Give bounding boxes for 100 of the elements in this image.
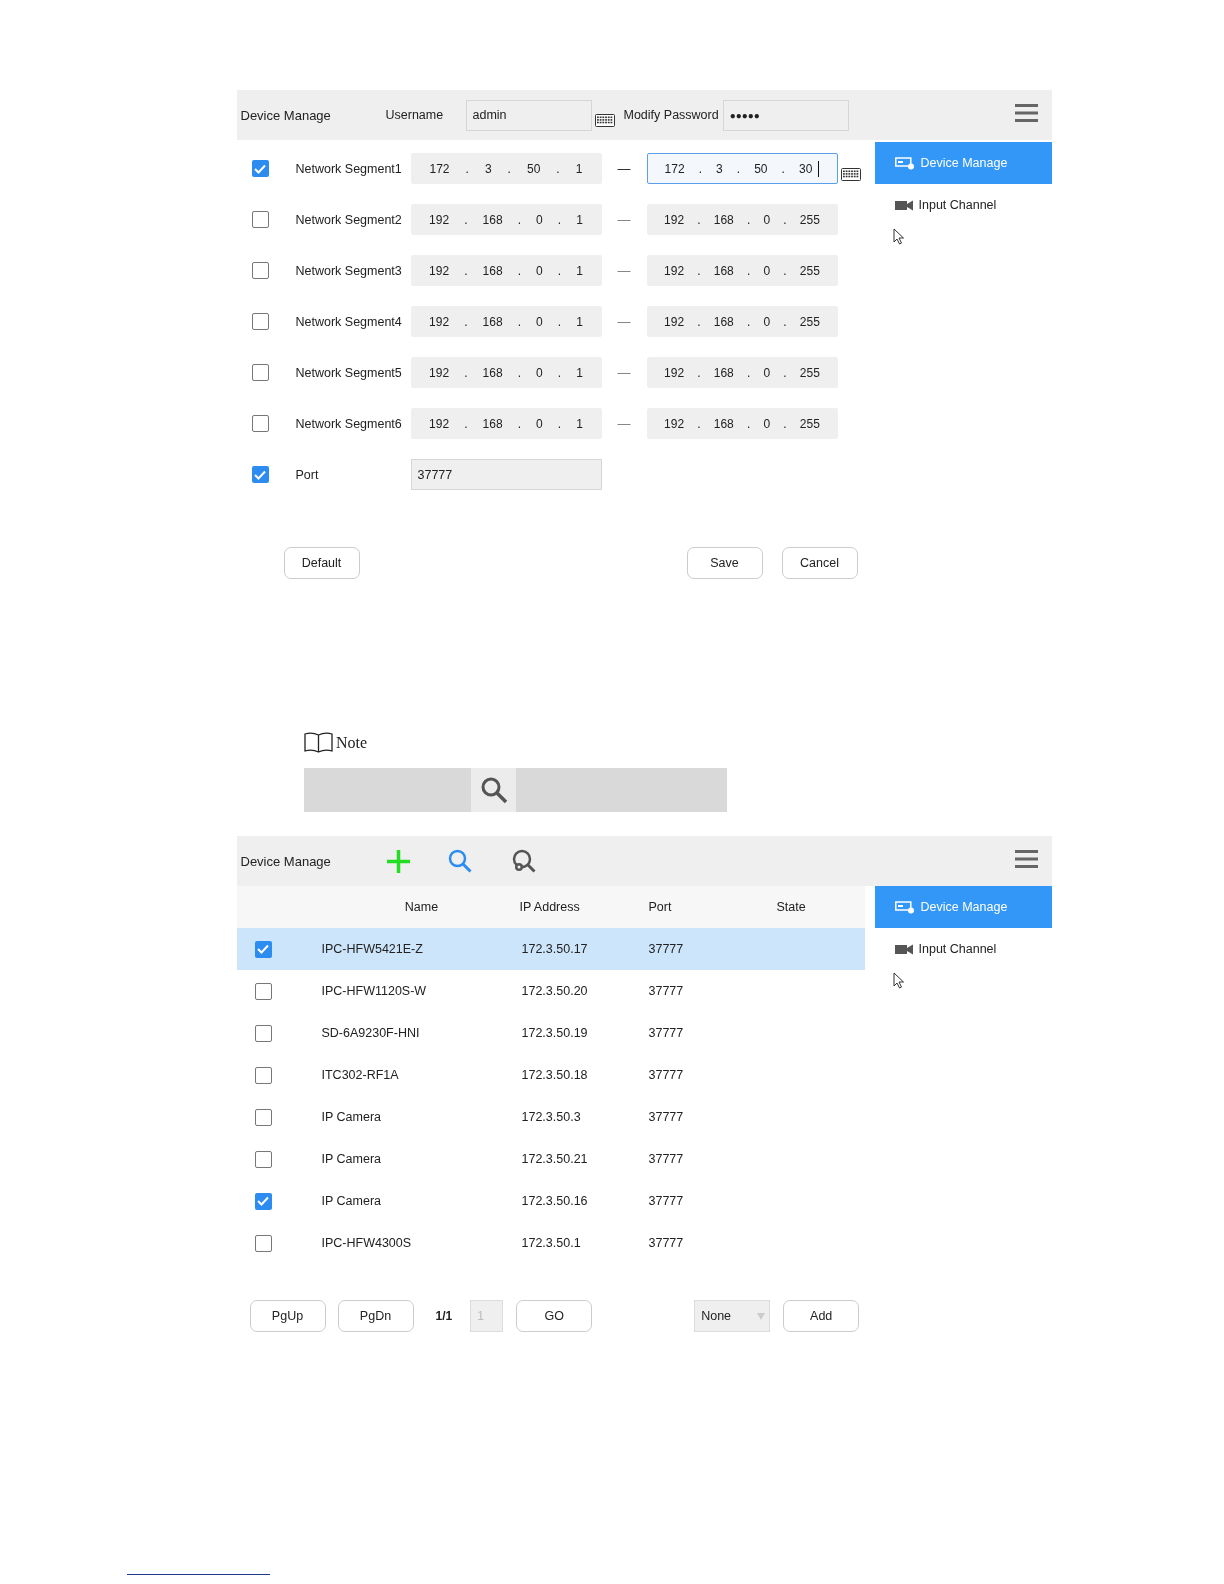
- table-cell-text: 37777: [648, 942, 685, 956]
- table-cell-text: IPC-HFW1120S-W: [321, 984, 428, 998]
- table-cell-text: 37777: [648, 1152, 685, 1166]
- start-ip-field[interactable]: 192 . 168 . 0 . 1: [410, 357, 602, 388]
- keyboard-icon[interactable]: [594, 114, 615, 127]
- table-cell-text: 37777: [648, 984, 685, 998]
- end-ip-field[interactable]: 192 . 168 . 0 . 255: [646, 255, 838, 286]
- table-cell-text: IP Camera: [321, 1194, 382, 1208]
- checkbox[interactable]: [251, 160, 269, 177]
- column-header: Port: [648, 900, 673, 914]
- table-row[interactable]: SD-6A9230F-HNI 172.3.50.19 37777: [236, 1012, 865, 1054]
- keyboard-icon[interactable]: [840, 167, 861, 181]
- table-cell-text: 172.3.50.21: [521, 1152, 589, 1166]
- table-cell-text: 172.3.50.20: [521, 984, 589, 998]
- table-cell-text: ITC302-RF1A: [321, 1068, 400, 1082]
- checkbox[interactable]: [251, 466, 269, 483]
- page-down-button[interactable]: PgDn: [337, 1300, 414, 1332]
- end-ip-field[interactable]: 192 . 168 . 0 . 255: [646, 204, 838, 235]
- table-cell-text: IPC-HFW4300S: [321, 1236, 413, 1250]
- table-cell-text: 172.3.50.1: [521, 1236, 582, 1250]
- table-row[interactable]: IPC-HFW1120S-W 172.3.50.20 37777: [236, 970, 865, 1012]
- dash-text: —: [617, 263, 631, 278]
- password-field[interactable]: ●●●●●: [722, 99, 849, 131]
- start-ip-field[interactable]: 192 . 168 . 0 . 1: [410, 408, 602, 439]
- checkbox[interactable]: [251, 415, 269, 432]
- cursor-icon: [892, 228, 905, 245]
- dash-text: —: [617, 314, 631, 329]
- table-cell-text: 172.3.50.3: [521, 1110, 582, 1124]
- start-ip-field[interactable]: 172 . 3 . 50 . 1: [410, 153, 602, 184]
- camera-icon: [894, 943, 913, 955]
- sidebar-item[interactable]: Input Channel: [874, 928, 1052, 970]
- device-settings-icon: [894, 156, 915, 170]
- search-settings-icon[interactable]: [510, 848, 536, 874]
- dash-text: —: [617, 212, 631, 227]
- table-cell-text: 37777: [648, 1026, 685, 1040]
- table-row[interactable]: ITC302-RF1A 172.3.50.18 37777: [236, 1054, 865, 1096]
- add-button[interactable]: Add: [783, 1300, 860, 1332]
- table-row[interactable]: IP Camera 172.3.50.16 37777: [236, 1180, 865, 1222]
- table-row[interactable]: IP Camera 172.3.50.21 37777: [236, 1138, 865, 1180]
- checkbox[interactable]: [254, 1066, 272, 1084]
- checkbox[interactable]: [254, 1150, 272, 1168]
- table-row[interactable]: IPC-HFW4300S 172.3.50.1 37777: [236, 1222, 865, 1264]
- checkbox[interactable]: [254, 940, 272, 958]
- port-label: Port: [295, 467, 320, 482]
- table-row[interactable]: IPC-HFW5421E-Z 172.3.50.17 37777: [236, 928, 865, 970]
- column-header: Name: [404, 900, 439, 914]
- table-cell-text: 172.3.50.16: [521, 1194, 589, 1208]
- search-icon: [479, 776, 508, 804]
- page-up-button[interactable]: PgUp: [249, 1300, 326, 1332]
- table-cell-text: 37777: [648, 1236, 685, 1250]
- dash-text: —: [617, 416, 631, 431]
- table-cell-text: 37777: [648, 1068, 685, 1082]
- table-cell-text: 172.3.50.17: [521, 942, 589, 956]
- screen-title: Device Manage: [240, 107, 332, 123]
- segment-label: Network Segment4: [295, 314, 403, 329]
- end-ip-field[interactable]: 172 . 3 . 50 . 30: [646, 153, 838, 184]
- table-row[interactable]: IP Camera 172.3.50.3 37777: [236, 1096, 865, 1138]
- checkbox[interactable]: [254, 1108, 272, 1126]
- device-settings-icon: [894, 900, 915, 914]
- table-cell-text: IP Camera: [321, 1152, 382, 1166]
- port-field[interactable]: 37777: [410, 459, 602, 490]
- end-ip-field[interactable]: 192 . 168 . 0 . 255: [646, 408, 838, 439]
- checkbox[interactable]: [251, 262, 269, 279]
- table-cell-text: 172.3.50.18: [521, 1068, 589, 1082]
- start-ip-field[interactable]: 192 . 168 . 0 . 1: [410, 306, 602, 337]
- checkbox[interactable]: [254, 1234, 272, 1252]
- filter-select[interactable]: None: [694, 1300, 771, 1332]
- checkbox[interactable]: [254, 1024, 272, 1042]
- go-button[interactable]: GO: [516, 1300, 593, 1332]
- cancel-button[interactable]: Cancel: [781, 547, 858, 579]
- segment-label: Network Segment5: [295, 365, 403, 380]
- start-ip-field[interactable]: 192 . 168 . 0 . 1: [410, 255, 602, 286]
- search-button[interactable]: [471, 768, 516, 812]
- checkbox[interactable]: [251, 313, 269, 330]
- start-ip-field[interactable]: 192 . 168 . 0 . 1: [410, 204, 602, 235]
- segment-label: Network Segment3: [295, 263, 403, 278]
- segment-label: Network Segment2: [295, 212, 403, 227]
- table-cell-text: SD-6A9230F-HNI: [321, 1026, 421, 1040]
- column-header: IP Address: [519, 900, 581, 914]
- note-heading: Note: [336, 733, 368, 752]
- dash-text: —: [617, 161, 631, 176]
- checkbox[interactable]: [251, 211, 269, 228]
- search-icon[interactable]: [447, 849, 472, 873]
- table-cell-text: IP Camera: [321, 1110, 382, 1124]
- column-header: State: [776, 900, 807, 914]
- username-field[interactable]: admin: [465, 99, 592, 131]
- checkbox[interactable]: [254, 982, 272, 1000]
- page-count: 1/1: [435, 1309, 453, 1323]
- end-ip-field[interactable]: 192 . 168 . 0 . 255: [646, 357, 838, 388]
- menu-icon[interactable]: [1014, 850, 1038, 868]
- sidebar-item[interactable]: Input Channel: [874, 184, 1052, 226]
- camera-icon: [894, 199, 913, 211]
- menu-icon[interactable]: [1014, 104, 1038, 122]
- segment-label: Network Segment1: [295, 161, 403, 176]
- checkbox[interactable]: [254, 1192, 272, 1210]
- checkbox[interactable]: [251, 364, 269, 381]
- save-button[interactable]: Save: [686, 547, 763, 579]
- default-button[interactable]: Default: [283, 547, 360, 579]
- end-ip-field[interactable]: 192 . 168 . 0 . 255: [646, 306, 838, 337]
- password-label: Modify Password: [623, 108, 719, 122]
